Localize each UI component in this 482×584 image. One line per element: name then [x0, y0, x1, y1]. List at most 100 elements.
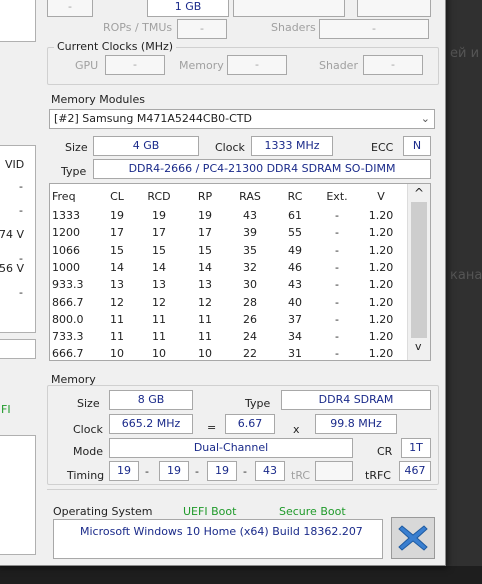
table-cell: 31: [288, 347, 302, 361]
table-cell: 34: [288, 330, 302, 344]
shaders-label: Shaders: [271, 21, 316, 34]
table-cell: 55: [288, 226, 302, 240]
table-cell: 1066: [52, 243, 80, 257]
table-cell: -: [335, 243, 339, 257]
shader-clock-value: -: [363, 55, 423, 75]
timing-cl: 19: [109, 461, 139, 481]
table-cell: 666.7: [52, 347, 84, 361]
table-cell: 49: [288, 243, 302, 257]
memory-mode-label: Mode: [73, 445, 103, 458]
table-cell: 15: [198, 243, 212, 257]
trc-value: [315, 461, 353, 481]
module-clock-value: 1333 MHz: [251, 136, 333, 156]
memory-clock-value: 665.2 MHz: [109, 414, 193, 434]
close-icon: [398, 525, 428, 551]
gpu-partial-field: -: [47, 0, 93, 17]
table-cell: 1.20: [368, 347, 394, 361]
scroll-thumb[interactable]: [411, 202, 427, 338]
timing-dash: -: [145, 465, 149, 478]
scroll-up-icon[interactable]: ^: [414, 186, 424, 200]
col-header: RAS: [239, 190, 261, 203]
trfc-label: tRFC: [365, 469, 391, 482]
table-cell: 32: [243, 260, 257, 274]
table-cell: 17: [198, 226, 212, 240]
table-cell: 1.20: [368, 278, 394, 292]
table-cell: 13: [110, 278, 124, 292]
table-cell: 866.7: [52, 295, 84, 309]
close-button[interactable]: [391, 517, 435, 559]
background-right: [444, 0, 482, 584]
table-cell: 800.0: [52, 312, 84, 326]
secure-boot-label: Secure Boot: [279, 505, 346, 518]
module-select-value: [#2] Samsung M471A5244CB0-CTD: [54, 112, 252, 125]
memory-base-clock: 99.8 MHz: [315, 414, 397, 434]
chevron-down-icon: ⌄: [420, 112, 430, 125]
table-cell: 13: [198, 278, 212, 292]
table-cell: 19: [198, 209, 212, 222]
table-cell: 11: [152, 330, 166, 344]
gpu-partial-field-3: [357, 0, 431, 17]
scroll-down-icon[interactable]: v: [415, 340, 422, 353]
memory-clock-label: Memory: [179, 59, 224, 72]
table-cell: -: [335, 260, 339, 274]
table-cell: 12: [198, 295, 212, 309]
os-divider: [47, 489, 437, 490]
table-cell: 11: [110, 312, 124, 326]
module-select[interactable]: [#2] Samsung M471A5244CB0-CTD ⌄: [49, 109, 435, 129]
col-header: RC: [287, 190, 303, 203]
timing-dash: -: [195, 465, 199, 478]
table-cell: 1.20: [368, 209, 394, 222]
table-cell: 1.20: [368, 295, 394, 309]
rops-tmus-label: ROPs / TMUs: [103, 21, 173, 34]
table-cell: 933.3: [52, 278, 84, 292]
timing-rcd: 19: [159, 461, 189, 481]
timings-table: Freq CL RCD RP RAS RC Ext. V 1333 19 19 19 4…: [49, 183, 431, 361]
table-cell: 1333: [52, 209, 80, 222]
table-cell: -: [335, 209, 339, 222]
shaders-value: -: [319, 19, 429, 39]
table-cell: 40: [288, 295, 302, 309]
table-cell: 28: [243, 295, 257, 309]
table-cell: 1.20: [368, 312, 394, 326]
timing-ras: 43: [255, 461, 285, 481]
left-panel-vid: VID - - 74 V - 56 V -: [0, 145, 36, 333]
timing-label: Timing: [67, 469, 105, 482]
memory-size-value: 8 GB: [109, 390, 193, 410]
trc-label: tRC: [291, 469, 311, 482]
cr-label: CR: [377, 445, 393, 458]
module-type-value: DDR4-2666 / PC4-21300 DDR4 SDRAM SO-DIMM: [93, 159, 431, 179]
cpuz-window: VID - - 74 V - 56 V - FI - 1 GB ROPs / T…: [0, 0, 446, 566]
table-cell: -: [335, 226, 339, 240]
left-panel-bottom: [0, 435, 36, 555]
col-header: Ext.: [326, 190, 348, 203]
col-header: RP: [197, 190, 213, 203]
table-cell: 1.20: [368, 260, 394, 274]
vid-value: 56 V: [0, 262, 25, 275]
col-header: RCD: [147, 190, 171, 203]
left-panel-fi: FI: [1, 403, 11, 416]
memory-type-value: DDR4 SDRAM: [281, 390, 431, 410]
table-cell: 19: [110, 209, 124, 222]
background-text: ей и: [450, 46, 480, 61]
table-cell: 15: [152, 243, 166, 257]
memory-multiplier: 6.67: [225, 414, 275, 434]
col-header: CL: [110, 190, 124, 203]
left-panel-top: [0, 0, 36, 42]
table-cell: 39: [243, 226, 257, 240]
table-cell: 11: [152, 312, 166, 326]
table-cell: 35: [243, 243, 257, 257]
table-cell: 13: [152, 278, 166, 292]
timing-rp: 19: [207, 461, 237, 481]
module-size-value: 4 GB: [93, 136, 199, 156]
table-cell: 43: [288, 278, 302, 292]
memory-type-label: Type: [245, 397, 271, 410]
table-cell: 43: [243, 209, 257, 222]
memory-size-label: Size: [77, 397, 100, 410]
memory-modules-title: Memory Modules: [51, 93, 145, 106]
timings-scrollbar[interactable]: ^ v: [407, 184, 430, 360]
table-cell: 11: [110, 330, 124, 344]
table-cell: 1.20: [368, 226, 394, 240]
vid-value: -: [19, 180, 23, 193]
table-cell: 26: [243, 312, 257, 326]
ecc-label: ECC: [371, 141, 394, 154]
